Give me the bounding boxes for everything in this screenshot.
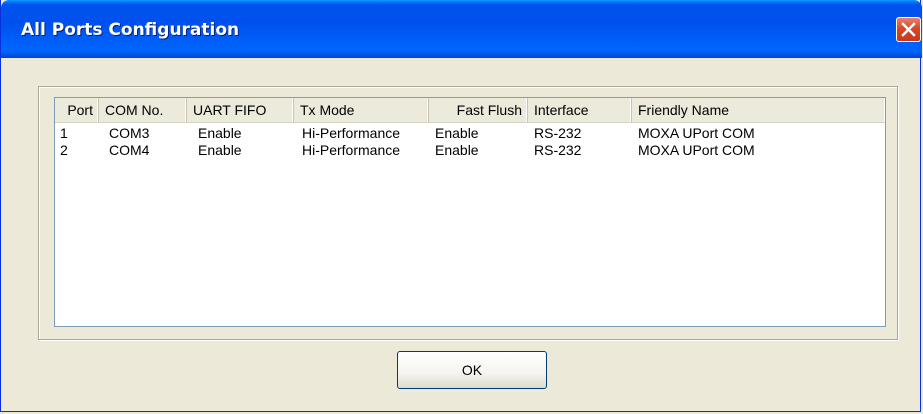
cell-interface: RS-232 bbox=[534, 142, 582, 158]
table-row[interactable]: 2 COM4 Enable Hi-Performance Enable RS-2… bbox=[55, 142, 885, 159]
cell-friendly-name: MOXA UPort COM bbox=[638, 125, 755, 141]
ports-group-box: Port COM No. UART FIFO Tx Mode Fast Flus… bbox=[38, 86, 898, 340]
column-header-tx-mode[interactable]: Tx Mode bbox=[294, 98, 429, 122]
cell-friendly-name: MOXA UPort COM bbox=[638, 142, 755, 158]
list-header: Port COM No. UART FIFO Tx Mode Fast Flus… bbox=[55, 98, 885, 123]
window-title: All Ports Configuration bbox=[21, 20, 240, 40]
column-header-port[interactable]: Port bbox=[55, 98, 99, 122]
dialog-client-area: Port COM No. UART FIFO Tx Mode Fast Flus… bbox=[5, 58, 918, 408]
cell-uart-fifo: Enable bbox=[198, 142, 242, 158]
close-button[interactable] bbox=[896, 17, 921, 42]
column-header-friendly-name[interactable]: Friendly Name bbox=[632, 98, 885, 122]
cell-com-no: COM3 bbox=[109, 125, 150, 141]
dialog-window: All Ports Configuration Port COM No. UAR… bbox=[0, 0, 922, 412]
table-row[interactable]: 1 COM3 Enable Hi-Performance Enable RS-2… bbox=[55, 125, 885, 142]
ok-button[interactable]: OK bbox=[397, 351, 547, 389]
close-icon bbox=[901, 22, 916, 37]
cell-fast-flush: Enable bbox=[435, 125, 479, 141]
cell-tx-mode: Hi-Performance bbox=[302, 125, 401, 141]
column-header-com-no[interactable]: COM No. bbox=[99, 98, 187, 122]
title-bar[interactable]: All Ports Configuration bbox=[1, 0, 922, 58]
cell-interface: RS-232 bbox=[534, 125, 582, 141]
cell-fast-flush: Enable bbox=[435, 142, 479, 158]
cell-com-no: COM4 bbox=[109, 142, 150, 158]
cell-port: 2 bbox=[60, 142, 68, 158]
cell-port: 1 bbox=[60, 125, 68, 141]
ports-list-view[interactable]: Port COM No. UART FIFO Tx Mode Fast Flus… bbox=[54, 97, 886, 327]
column-header-uart-fifo[interactable]: UART FIFO bbox=[187, 98, 294, 122]
column-header-interface[interactable]: Interface bbox=[528, 98, 632, 122]
cell-tx-mode: Hi-Performance bbox=[302, 142, 401, 158]
column-header-fast-flush[interactable]: Fast Flush bbox=[429, 98, 528, 122]
cell-uart-fifo: Enable bbox=[198, 125, 242, 141]
